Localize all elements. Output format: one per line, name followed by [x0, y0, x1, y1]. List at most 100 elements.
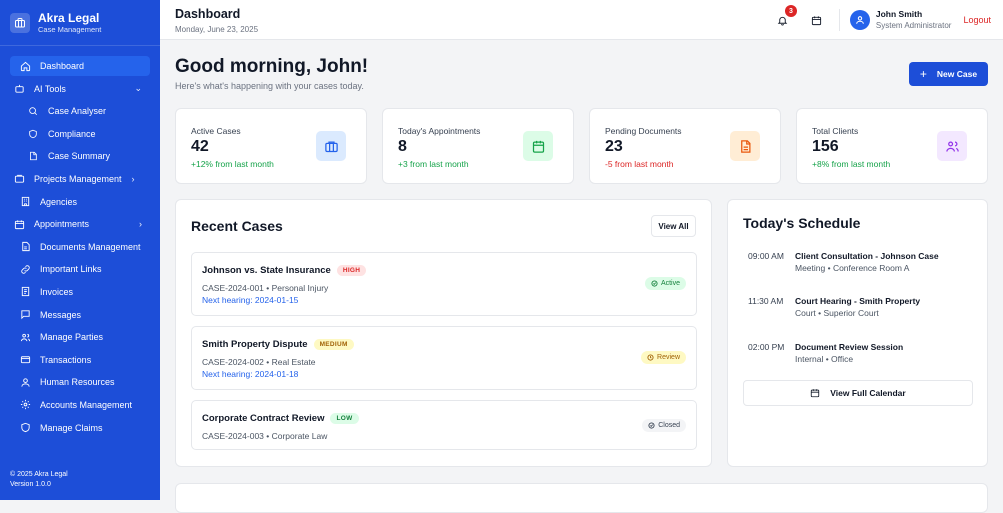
sidebar-item-compliance[interactable]: Compliance — [10, 124, 150, 144]
sidebar-item-dashboard[interactable]: Dashboard — [10, 56, 150, 76]
notification-badge: 3 — [784, 5, 797, 17]
sidebar: Akra Legal Case Management Dashboard AI … — [0, 0, 160, 500]
topbar-actions: 3 John Smith System Administrator Logout — [775, 0, 991, 40]
sidebar-item-ai-tools[interactable]: AI Tools ⌄ — [10, 79, 150, 99]
notifications-button[interactable]: 3 — [775, 5, 797, 28]
new-case-label: New Case — [936, 69, 978, 79]
calendar-icon — [812, 15, 822, 25]
document-icon — [730, 131, 760, 161]
stat-card-appointments[interactable]: Today's Appointments 8 +3 from last mont… — [382, 108, 574, 184]
priority-badge: HIGH — [336, 265, 367, 276]
stat-value: 23 — [605, 138, 623, 155]
stat-change: +12% from last month — [191, 159, 274, 169]
view-full-calendar-label: View Full Calendar — [830, 388, 906, 398]
schedule-time: 11:30 AM — [748, 296, 784, 306]
case-item[interactable]: Corporate Contract Review LOW CASE-2024-… — [191, 400, 697, 450]
sidebar-item-projects-management[interactable]: Projects Management › — [10, 169, 150, 189]
stat-change: +8% from last month — [812, 159, 891, 169]
case-title: Corporate Contract Review — [202, 413, 325, 424]
shield-icon — [26, 127, 40, 141]
bottom-card — [175, 483, 988, 513]
schedule-event: Client Consultation - Johnson Case — [795, 251, 939, 261]
home-icon — [18, 59, 32, 73]
priority-badge: LOW — [330, 413, 359, 424]
user-info[interactable]: John Smith System Administrator — [876, 9, 952, 31]
sidebar-item-label: AI Tools — [34, 83, 66, 94]
sidebar-item-documents-management[interactable]: Documents Management — [10, 237, 150, 257]
sidebar-item-agencies[interactable]: Agencies — [10, 192, 150, 212]
copyright: © 2025 Akra Legal — [10, 471, 68, 478]
sidebar-item-important-links[interactable]: Important Links — [10, 259, 150, 279]
sidebar-item-accounts-management[interactable]: Accounts Management — [10, 395, 150, 415]
brand[interactable]: Akra Legal Case Management — [0, 0, 160, 46]
status-label: Closed — [658, 422, 680, 429]
current-date: Monday, June 23, 2025 — [175, 25, 259, 34]
sidebar-item-label: Transactions — [40, 354, 92, 365]
users-icon — [937, 131, 967, 161]
stat-label: Today's Appointments — [398, 126, 481, 136]
sidebar-item-label: Projects Management — [34, 173, 122, 184]
schedule-title: Today's Schedule — [743, 215, 861, 231]
main-content: Good morning, John! Here's what's happen… — [160, 40, 1003, 513]
recent-cases-card: Recent Cases View All Johnson vs. State … — [175, 199, 712, 467]
sidebar-item-appointments[interactable]: Appointments › — [10, 214, 150, 234]
sidebar-nav: Dashboard AI Tools ⌄ Case Analyser Compl… — [0, 46, 160, 438]
greeting-title: Good morning, John! — [175, 56, 369, 77]
users-icon — [18, 330, 32, 344]
clock-icon — [647, 354, 654, 361]
priority-badge: MEDIUM — [313, 339, 354, 350]
view-all-button[interactable]: View All — [651, 215, 696, 237]
view-full-calendar-button[interactable]: View Full Calendar — [743, 380, 973, 406]
sidebar-footer: © 2025 Akra Legal Version 1.0.0 — [10, 470, 68, 490]
sidebar-item-transactions[interactable]: Transactions — [10, 350, 150, 370]
schedule-details: Court • Superior Court — [795, 308, 879, 318]
logout-button[interactable]: Logout — [963, 15, 991, 25]
sidebar-item-label: Appointments — [34, 219, 90, 230]
receipt-icon — [18, 285, 32, 299]
sidebar-item-label: Documents Management — [40, 241, 141, 252]
status-badge: Active — [644, 277, 686, 290]
case-meta: CASE-2024-003 • Corporate Law — [202, 431, 328, 441]
stat-label: Pending Documents — [605, 126, 682, 136]
chevron-right-icon: › — [131, 173, 135, 184]
version: Version 1.0.0 — [10, 481, 51, 488]
sidebar-item-manage-parties[interactable]: Manage Parties — [10, 327, 150, 347]
new-case-button[interactable]: + New Case — [909, 62, 988, 86]
stat-value: 42 — [191, 138, 209, 155]
case-item[interactable]: Johnson vs. State Insurance HIGH CASE-20… — [191, 252, 697, 316]
stat-card-active-cases[interactable]: Active Cases 42 +12% from last month — [175, 108, 367, 184]
case-title: Johnson vs. State Insurance — [202, 265, 331, 276]
check-circle-icon — [651, 280, 658, 287]
stat-label: Active Cases — [191, 126, 241, 136]
calendar-button[interactable] — [809, 12, 825, 28]
case-title-row: Smith Property Dispute MEDIUM — [202, 339, 354, 350]
briefcase-logo-icon — [10, 12, 30, 33]
sidebar-item-human-resources[interactable]: Human Resources — [10, 372, 150, 392]
schedule-time: 02:00 PM — [748, 342, 785, 352]
topbar: Dashboard Monday, June 23, 2025 3 John S… — [160, 0, 1003, 40]
calendar-icon — [810, 388, 820, 398]
stat-card-total-clients[interactable]: Total Clients 156 +8% from last month — [796, 108, 988, 184]
next-hearing[interactable]: Next hearing: 2024-01-15 — [202, 295, 298, 305]
next-hearing[interactable]: Next hearing: 2024-01-18 — [202, 369, 298, 379]
sidebar-item-label: Manage Parties — [40, 332, 104, 343]
sidebar-item-case-analyser[interactable]: Case Analyser — [10, 101, 150, 121]
page-title: Dashboard — [175, 7, 241, 21]
status-label: Review — [657, 354, 680, 361]
briefcase-icon — [12, 172, 26, 186]
divider — [838, 9, 840, 31]
stat-label: Total Clients — [812, 126, 859, 136]
avatar[interactable] — [849, 10, 870, 30]
stat-value: 156 — [812, 138, 839, 155]
stat-card-pending-documents[interactable]: Pending Documents 23 -5 from last month — [589, 108, 781, 184]
sidebar-item-manage-claims[interactable]: Manage Claims — [10, 418, 150, 438]
sidebar-item-messages[interactable]: Messages — [10, 305, 150, 325]
case-item[interactable]: Smith Property Dispute MEDIUM CASE-2024-… — [191, 326, 697, 390]
briefcase-icon — [316, 131, 346, 161]
sidebar-item-case-summary[interactable]: Case Summary — [10, 146, 150, 166]
sidebar-item-label: Invoices — [40, 286, 74, 297]
schedule-card: Today's Schedule 09:00 AM Client Consult… — [727, 199, 988, 467]
calendar-icon — [523, 131, 553, 161]
check-circle-icon — [648, 422, 655, 429]
sidebar-item-invoices[interactable]: Invoices — [10, 282, 150, 302]
